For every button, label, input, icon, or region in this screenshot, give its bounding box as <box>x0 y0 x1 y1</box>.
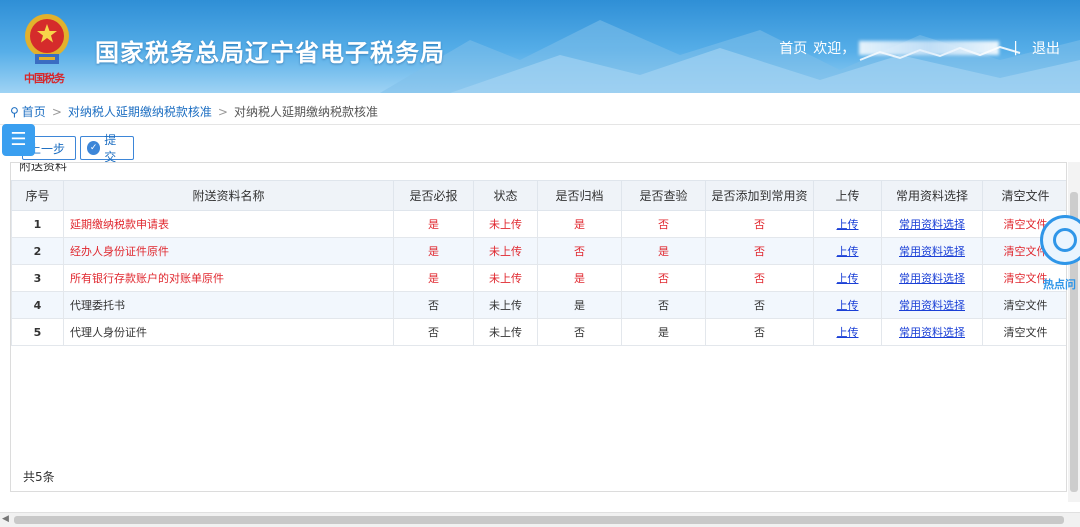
scroll-left-icon[interactable]: ◀ <box>2 514 9 524</box>
select-common-link[interactable]: 常用资料选择 <box>881 264 983 292</box>
attachments-table: 序号 附送资料名称 是否必报 状态 是否归档 是否查验 是否添加到常用资 上传 … <box>11 180 1066 346</box>
vertical-scrollbar[interactable] <box>1068 162 1080 502</box>
top-nav: 首页 欢迎， | 退出 <box>779 38 1060 58</box>
table-row: 4 代理委托书否未上传是否否上传 常用资料选择 清空文件 <box>11 291 1066 319</box>
upload-status: 未上传 <box>473 264 538 292</box>
breadcrumb: ⚲ 首页 > 对纳税人延期缴纳税款核准 > 对纳税人延期缴纳税款核准 <box>10 103 378 120</box>
col-header: 状态 <box>473 180 538 211</box>
col-header: 常用资料选择 <box>881 180 983 211</box>
upload-status: 未上传 <box>473 237 538 265</box>
select-common-link[interactable]: 常用资料选择 <box>881 210 983 238</box>
required-flag: 否 <box>393 291 474 319</box>
upload-link[interactable]: 上传 <box>813 237 882 265</box>
col-header: 上传 <box>813 180 882 211</box>
select-common-link[interactable]: 常用资料选择 <box>881 318 983 346</box>
hotspot-label[interactable]: 热点问 <box>1043 276 1076 292</box>
logout-link[interactable]: 退出 <box>1032 38 1060 58</box>
clear-file-button[interactable]: 清空文件 <box>982 318 1066 346</box>
total-count: 共5条 <box>23 470 55 484</box>
attachment-name: 代理人身份证件 <box>63 318 394 346</box>
col-header: 是否添加到常用资 <box>705 180 814 211</box>
check-circle-icon: ✓ <box>87 141 101 155</box>
upload-link[interactable]: 上传 <box>813 291 882 319</box>
required-flag: 否 <box>393 318 474 346</box>
table-row: 1 延期缴纳税款申请表是未上传是否否上传 常用资料选择 清空文件 <box>11 210 1066 238</box>
hotspot-inner-ring <box>1053 228 1077 252</box>
table-header-row: 序号 附送资料名称 是否必报 状态 是否归档 是否查验 是否添加到常用资 上传 … <box>11 180 1066 211</box>
panel-caption: 附送资料 <box>19 163 68 174</box>
upload-status: 未上传 <box>473 210 538 238</box>
verified-flag: 是 <box>621 318 706 346</box>
menu-toggle-icon[interactable]: ☰ <box>2 124 35 156</box>
upload-link[interactable]: 上传 <box>813 318 882 346</box>
emblem-caption: 中国税务 <box>24 72 65 85</box>
add-to-common-flag: 否 <box>705 264 814 292</box>
breadcrumb-arrow: > <box>51 104 62 119</box>
archived-flag: 是 <box>537 264 622 292</box>
breadcrumb-home[interactable]: 首页 <box>22 103 46 120</box>
row-index: 4 <box>11 291 64 319</box>
add-to-common-flag: 否 <box>705 318 814 346</box>
archived-flag: 否 <box>537 318 622 346</box>
breadcrumb-current: 对纳税人延期缴纳税款核准 <box>233 105 378 119</box>
breadcrumb-level1[interactable]: 对纳税人延期缴纳税款核准 <box>68 103 212 120</box>
attachments-panel: 附送资料 序号 附送资料名称 是否必报 状态 是否归档 是否查验 是否添加到常用… <box>10 162 1067 492</box>
attachment-name: 所有银行存款账户的对账单原件 <box>63 264 394 292</box>
header-banner: 中国税务 国家税务总局辽宁省电子税务局 首页 欢迎， | 退出 <box>0 0 1080 93</box>
col-header: 是否归档 <box>537 180 622 211</box>
col-header: 序号 <box>11 180 64 211</box>
nav-home-link[interactable]: 首页 <box>779 38 807 58</box>
verified-flag: 否 <box>621 291 706 319</box>
upload-link[interactable]: 上传 <box>813 264 882 292</box>
add-to-common-flag: 否 <box>705 210 814 238</box>
verified-flag: 是 <box>621 237 706 265</box>
site-title: 国家税务总局辽宁省电子税务局 <box>95 39 445 67</box>
col-header: 清空文件 <box>982 180 1066 211</box>
archived-flag: 否 <box>537 237 622 265</box>
select-common-link[interactable]: 常用资料选择 <box>881 291 983 319</box>
table-row: 5 代理人身份证件否未上传否是否上传 常用资料选择 清空文件 <box>11 318 1066 346</box>
attachment-name: 代理委托书 <box>63 291 394 319</box>
attachment-name: 延期缴纳税款申请表 <box>63 210 394 238</box>
scroll-thumb[interactable] <box>14 516 1064 524</box>
col-header: 附送资料名称 <box>63 180 394 211</box>
upload-status: 未上传 <box>473 318 538 346</box>
tax-emblem-icon <box>25 14 69 64</box>
verified-flag: 否 <box>621 210 706 238</box>
archived-flag: 是 <box>537 291 622 319</box>
archived-flag: 是 <box>537 210 622 238</box>
table-row: 2 经办人身份证件原件是未上传否是否上传 常用资料选择 清空文件 <box>11 237 1066 265</box>
table-row: 3 所有银行存款账户的对账单原件是未上传是否否上传 常用资料选择 清空文件 <box>11 264 1066 292</box>
upload-status: 未上传 <box>473 291 538 319</box>
clear-file-button[interactable]: 清空文件 <box>982 291 1066 319</box>
welcome-text: 欢迎， <box>813 41 856 57</box>
required-flag: 是 <box>393 264 474 292</box>
horizontal-scrollbar[interactable]: ◀ <box>0 512 1080 527</box>
col-header: 是否查验 <box>621 180 706 211</box>
row-index: 1 <box>11 210 64 238</box>
row-index: 5 <box>11 318 64 346</box>
submit-button[interactable]: ✓ 提交 <box>80 133 134 164</box>
row-index: 3 <box>11 264 64 292</box>
submit-label: 提交 <box>104 133 117 164</box>
breadcrumb-divider <box>0 124 1080 125</box>
nav-separator: | <box>1013 40 1018 56</box>
upload-link[interactable]: 上传 <box>813 210 882 238</box>
col-header: 是否必报 <box>393 180 474 211</box>
breadcrumb-arrow: > <box>217 104 228 119</box>
add-to-common-flag: 否 <box>705 237 814 265</box>
required-flag: 是 <box>393 237 474 265</box>
row-index: 2 <box>11 237 64 265</box>
select-common-link[interactable]: 常用资料选择 <box>881 237 983 265</box>
attachment-name: 经办人身份证件原件 <box>63 237 394 265</box>
required-flag: 是 <box>393 210 474 238</box>
location-pin-icon: ⚲ <box>10 104 19 119</box>
username-redacted <box>859 41 1000 55</box>
verified-flag: 否 <box>621 264 706 292</box>
add-to-common-flag: 否 <box>705 291 814 319</box>
